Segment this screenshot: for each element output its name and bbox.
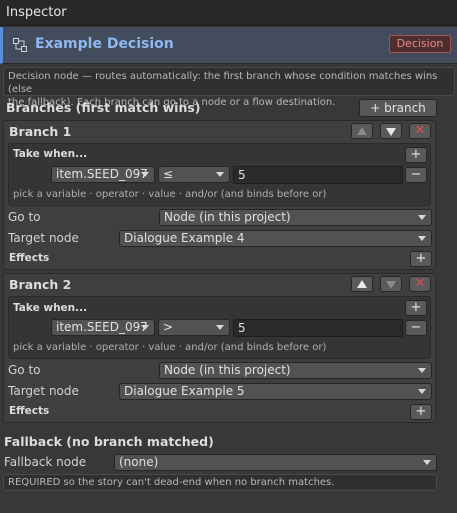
add-effect-button[interactable]: + <box>410 404 432 420</box>
arrow-down-icon <box>386 281 396 289</box>
remove-condition-button[interactable]: − <box>405 167 427 183</box>
target-node-select[interactable]: Dialogue Example 4 <box>119 230 432 247</box>
node-description: Decision node — routes automatically: th… <box>3 67 455 108</box>
remove-condition-button[interactable]: − <box>405 320 427 336</box>
target-node-label: Target node <box>8 231 79 245</box>
fallback-node-label: Fallback node <box>4 455 87 469</box>
branch-title: Branch 1 <box>9 124 72 139</box>
target-node-select[interactable]: Dialogue Example 5 <box>119 383 432 400</box>
target-node-value: Dialogue Example 4 <box>124 231 245 245</box>
fallback-node-value: (none) <box>119 455 159 469</box>
add-effect-button[interactable]: + <box>410 251 432 267</box>
variable-select[interactable]: item.SEED_097 <box>51 319 155 336</box>
goto-select[interactable]: Node (in this project) <box>159 209 432 226</box>
node-title-bar: Example Decision Decision <box>0 27 457 64</box>
operator-select[interactable]: ≤ <box>158 166 230 183</box>
remove-branch-button[interactable]: ✕ <box>409 123 431 139</box>
operator-value: > <box>163 320 174 334</box>
move-down-button[interactable] <box>380 276 402 292</box>
condition-hint: pick a variable · operator · value · and… <box>13 189 327 200</box>
arrow-up-icon <box>357 127 367 135</box>
target-node-label: Target node <box>8 384 79 398</box>
move-up-button[interactable] <box>351 123 373 139</box>
inspector-title: Inspector <box>6 5 67 20</box>
goto-value: Node (in this project) <box>164 363 291 377</box>
branches-header: Branches (first match wins) <box>6 100 201 115</box>
inspector-header: Inspector <box>0 0 457 26</box>
node-type-badge: Decision <box>389 35 451 53</box>
close-icon: ✕ <box>414 123 426 138</box>
chevron-down-icon <box>141 325 149 330</box>
value-input[interactable]: 5 <box>233 319 403 337</box>
add-branch-button[interactable]: + branch <box>359 99 437 117</box>
variable-value: item.SEED_097 <box>56 167 148 181</box>
operator-value: ≤ <box>163 167 174 181</box>
operator-select[interactable]: > <box>158 319 230 336</box>
value-input[interactable]: 5 <box>233 166 403 184</box>
variable-value: item.SEED_097 <box>56 320 148 334</box>
fallback-node-select[interactable]: (none) <box>114 454 437 471</box>
move-down-button[interactable] <box>380 123 402 139</box>
node-title: Example Decision <box>35 36 174 52</box>
arrow-up-icon <box>357 280 367 288</box>
description-line-1: Decision node — routes automatically: th… <box>8 71 438 95</box>
move-up-button[interactable] <box>351 276 373 292</box>
take-when-label: Take when... <box>13 302 88 314</box>
goto-select[interactable]: Node (in this project) <box>159 362 432 379</box>
goto-label: Go to <box>8 363 41 377</box>
take-when-label: Take when... <box>13 148 88 160</box>
effects-label: Effects <box>9 405 50 417</box>
arrow-down-icon <box>386 128 396 136</box>
branch-title: Branch 2 <box>9 277 72 292</box>
chevron-down-icon <box>423 460 431 465</box>
chevron-down-icon <box>418 389 426 394</box>
remove-branch-button[interactable]: ✕ <box>409 276 431 292</box>
goto-value: Node (in this project) <box>164 210 291 224</box>
fallback-required-note: REQUIRED so the story can't dead-end whe… <box>3 474 437 491</box>
add-condition-button[interactable]: + <box>405 300 427 316</box>
close-icon: ✕ <box>414 276 426 291</box>
chevron-down-icon <box>418 368 426 373</box>
chevron-down-icon <box>418 215 426 220</box>
chevron-down-icon <box>216 325 224 330</box>
effects-label: Effects <box>9 252 50 264</box>
condition-hint: pick a variable · operator · value · and… <box>13 342 327 353</box>
chevron-down-icon <box>418 236 426 241</box>
chevron-down-icon <box>141 172 149 177</box>
chevron-down-icon <box>216 172 224 177</box>
variable-select[interactable]: item.SEED_097 <box>51 166 155 183</box>
target-node-value: Dialogue Example 5 <box>124 384 245 398</box>
goto-label: Go to <box>8 210 41 224</box>
decision-node-icon <box>13 38 27 52</box>
fallback-header: Fallback (no branch matched) <box>4 434 214 449</box>
add-condition-button[interactable]: + <box>405 147 427 163</box>
